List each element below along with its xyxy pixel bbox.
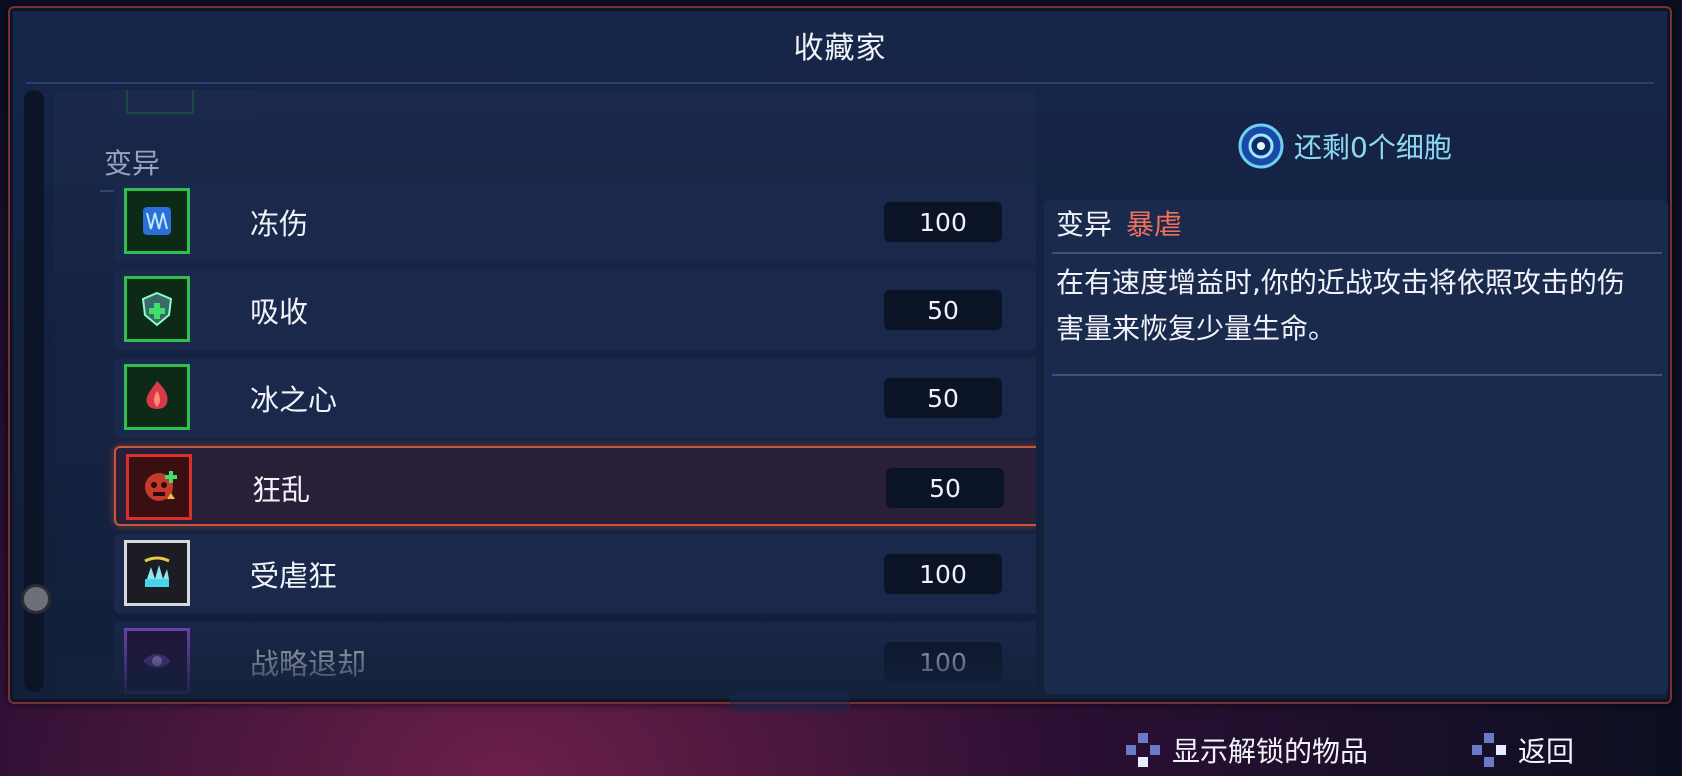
collector-window: 收藏家 变异 冻伤 100 吸收 50 冰之心 50 狂乱 50 受虐狂 100… bbox=[8, 6, 1672, 712]
item-cost: 100 bbox=[884, 554, 1002, 594]
frenzy-skull-icon bbox=[126, 454, 192, 520]
item-cost: 50 bbox=[884, 290, 1002, 330]
detail-divider-bottom bbox=[1052, 374, 1662, 376]
show-unlocked-button[interactable]: 显示解锁的物品 bbox=[1124, 730, 1368, 770]
dpad-icon bbox=[1126, 733, 1160, 767]
list-item-absorption[interactable]: 吸收 50 bbox=[114, 270, 1036, 350]
back-button[interactable]: 返回 bbox=[1470, 730, 1574, 770]
item-name: 狂乱 bbox=[252, 473, 311, 507]
detail-type: 变异 bbox=[1056, 208, 1113, 241]
list-item-tactical-retreat[interactable]: 战略退却 100 bbox=[114, 622, 1036, 694]
cell-orb-icon bbox=[1238, 123, 1284, 169]
detail-name: 暴虐 bbox=[1126, 208, 1183, 241]
list-item-frenzy[interactable]: 狂乱 50 bbox=[114, 446, 1036, 526]
detail-panel: 变异 暴虐 在有速度增益时,你的近战攻击将依照攻击的伤害量来恢复少量生命。 bbox=[1044, 200, 1668, 694]
scrollbar-thumb[interactable] bbox=[21, 584, 51, 614]
list-item-ice-heart[interactable]: 冰之心 50 bbox=[114, 358, 1036, 438]
item-name: 战略退却 bbox=[250, 647, 367, 681]
item-name: 冰之心 bbox=[250, 383, 338, 417]
cells-remaining-label: 还剩0个细胞 bbox=[1294, 131, 1452, 164]
retreat-icon bbox=[124, 628, 190, 694]
heart-flame-icon bbox=[124, 364, 190, 430]
back-label: 返回 bbox=[1518, 735, 1575, 768]
list-item-masochist[interactable]: 受虐狂 100 bbox=[114, 534, 1036, 614]
list-item-partial bbox=[114, 90, 1036, 118]
frost-mutation-icon bbox=[124, 188, 190, 254]
item-list: 变异 冻伤 100 吸收 50 冰之心 50 狂乱 50 受虐狂 100 战略退… bbox=[54, 90, 1036, 694]
masochist-crown-icon bbox=[124, 540, 190, 606]
item-cost: 50 bbox=[886, 468, 1004, 508]
section-label: 变异 bbox=[104, 147, 161, 180]
item-name: 受虐狂 bbox=[250, 559, 338, 593]
item-name: 吸收 bbox=[250, 295, 309, 329]
title-divider bbox=[26, 82, 1654, 84]
item-cost: 100 bbox=[884, 202, 1002, 242]
dpad-icon bbox=[1472, 733, 1506, 767]
item-cost: 100 bbox=[884, 642, 1002, 682]
window-title: 收藏家 bbox=[793, 31, 887, 66]
item-cost: 50 bbox=[884, 378, 1002, 418]
detail-divider-top bbox=[1052, 252, 1662, 254]
list-item-frostbite[interactable]: 冻伤 100 bbox=[114, 182, 1036, 262]
detail-header: 变异 暴虐 bbox=[1056, 200, 1182, 246]
shield-heal-icon bbox=[124, 276, 190, 342]
bottom-tab-stub bbox=[730, 694, 850, 712]
show-unlocked-label: 显示解锁的物品 bbox=[1172, 735, 1369, 768]
item-name: 冻伤 bbox=[250, 207, 309, 241]
cells-remaining: 还剩0个细胞 bbox=[1238, 118, 1452, 174]
detail-description: 在有速度增益时,你的近战攻击将依照攻击的伤害量来恢复少量生命。 bbox=[1056, 266, 1625, 345]
